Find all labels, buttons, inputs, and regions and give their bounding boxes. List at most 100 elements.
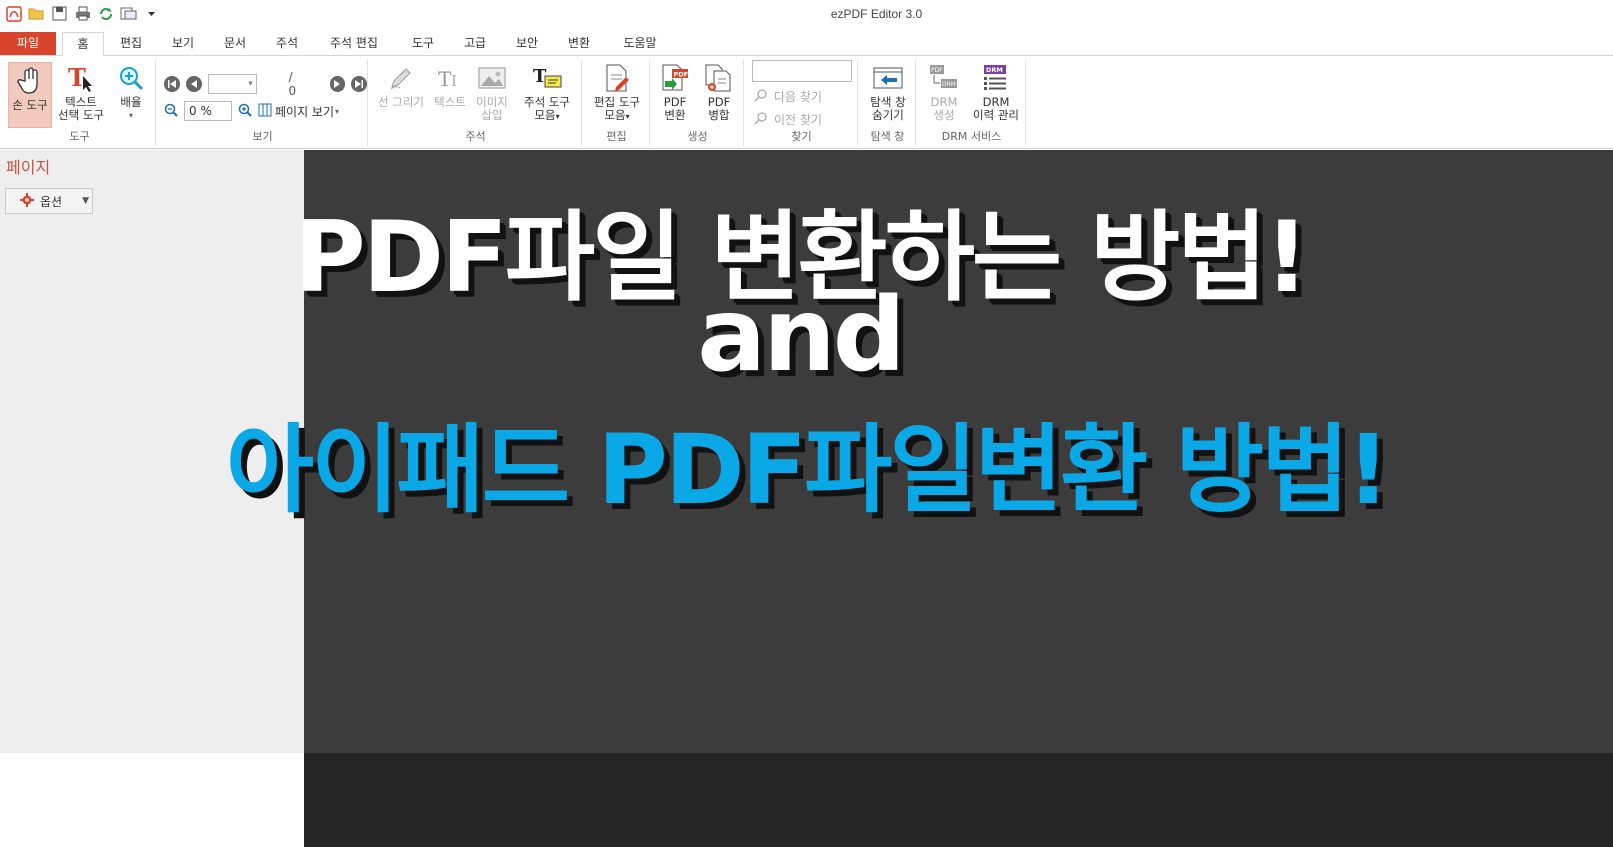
prev-page-icon[interactable] xyxy=(185,76,202,92)
title-bar: ezPDF Editor 3.0 xyxy=(0,0,1613,30)
group-edit: 편집 도구 모음▾ 편집 xyxy=(584,60,650,146)
tab-advanced[interactable]: 고급 xyxy=(454,32,496,56)
drm-history-label-2: 이력 관리 xyxy=(973,108,1019,122)
group-create: PDF PDF 변환 PDF 병합 생성 xyxy=(652,60,744,146)
svg-text:DRM: DRM xyxy=(986,66,1003,74)
text-select-button[interactable]: T 텍스트 선택 도구 xyxy=(54,62,108,122)
group-label-annotation: 주석 xyxy=(465,130,486,143)
last-page-icon[interactable] xyxy=(351,76,368,92)
first-page-icon[interactable] xyxy=(164,76,180,92)
group-view: ▾ / 0 0 % 페이지 보기 ▾ 보기 xyxy=(158,60,368,146)
text-annot-button[interactable]: TI 텍스트 xyxy=(430,62,470,109)
page-number-dropdown-icon: ▾ xyxy=(248,79,253,89)
options-button[interactable]: 옵션 ▼ xyxy=(5,188,93,214)
tab-home[interactable]: 홈 xyxy=(62,32,104,57)
group-label-tools: 도구 xyxy=(69,130,90,143)
tab-file[interactable]: 파일 xyxy=(0,32,56,55)
annot-tools-label-2: 모음▾ xyxy=(534,108,560,122)
tab-annotation-edit[interactable]: 주석 편집 xyxy=(320,32,388,56)
page-number-input[interactable]: ▾ xyxy=(207,74,257,94)
group-tools: 손 도구 T 텍스트 선택 도구 배율 ▾ 도구 xyxy=(4,60,156,146)
text-annot-icon: TI xyxy=(434,62,466,94)
drm-history-button[interactable]: DRM DRM 이력 관리 xyxy=(968,62,1024,122)
svg-text:PDF: PDF xyxy=(931,67,943,74)
zoom-button[interactable]: 배율 ▾ xyxy=(110,62,152,122)
page-view-button[interactable]: 페이지 보기 xyxy=(275,103,334,120)
page-nav-row: ▾ / 0 xyxy=(164,70,368,98)
group-label-edit: 편집 xyxy=(606,130,627,143)
hide-panel-icon xyxy=(872,62,904,94)
find-prev-button[interactable]: 이전 찾기 xyxy=(754,111,822,128)
pdf-convert-icon: PDF xyxy=(659,62,691,94)
tab-annotation[interactable]: 주석 xyxy=(266,32,308,56)
drm-create-button[interactable]: PDF DRM DRM 생성 xyxy=(920,62,968,122)
document-view-bottom xyxy=(304,753,1613,847)
page-view-dropdown-icon[interactable]: ▾ xyxy=(335,107,339,116)
ribbon-tabs: 파일 홈 편집 보기 문서 주석 주석 편집 도구 고급 보안 변환 도움말 xyxy=(0,30,1613,57)
drm-history-icon: DRM xyxy=(980,62,1012,94)
text-annot-label: 텍스트 xyxy=(434,95,466,109)
find-next-label: 다음 찾기 xyxy=(774,90,822,104)
next-page-icon[interactable] xyxy=(329,76,346,92)
edit-tools-label-2: 모음▾ xyxy=(604,108,630,122)
drm-create-label-2: 생성 xyxy=(933,108,955,122)
annot-tools-dropdown-icon: ▾ xyxy=(555,112,560,121)
insert-image-button[interactable]: 이미지 삽입 xyxy=(470,62,514,122)
svg-text:PDF: PDF xyxy=(674,71,689,79)
svg-text:I: I xyxy=(451,72,457,90)
options-dropdown-icon: ▼ xyxy=(82,196,90,206)
group-label-drm: DRM 서비스 xyxy=(941,130,1002,143)
page-total: / 0 xyxy=(288,70,297,98)
group-label-find: 찾기 xyxy=(791,130,812,143)
pdf-convert-button[interactable]: PDF PDF 변환 xyxy=(654,62,696,122)
tab-convert[interactable]: 변환 xyxy=(558,32,600,56)
edit-tools-dropdown-icon: ▾ xyxy=(625,112,630,121)
find-prev-label: 이전 찾기 xyxy=(774,113,822,127)
zoom-row: 0 % 페이지 보기 ▾ xyxy=(164,101,339,121)
hide-explorer-button[interactable]: 탐색 창 숨기기 xyxy=(862,62,914,122)
group-annotation: 선 그리기 TI 텍스트 이미지 삽입 T 주석 도구 모음▾ 주석 xyxy=(370,60,582,146)
tab-tools[interactable]: 도구 xyxy=(402,32,444,56)
pages-panel-title: 페이지 xyxy=(6,158,51,177)
tab-document[interactable]: 문서 xyxy=(214,32,256,56)
svg-text:DRM: DRM xyxy=(942,81,956,88)
draw-line-button[interactable]: 선 그리기 xyxy=(374,62,428,109)
tab-view[interactable]: 보기 xyxy=(162,32,204,56)
zoom-input[interactable]: 0 % xyxy=(184,101,232,121)
tab-edit[interactable]: 편집 xyxy=(110,32,152,56)
options-label: 옵션 xyxy=(40,194,63,209)
headline-line-3: 아이패드 PDF파일변환 방법! xyxy=(225,414,1390,526)
find-next-button[interactable]: 다음 찾기 xyxy=(754,88,822,105)
headline-line-2: and xyxy=(697,276,905,395)
tab-security[interactable]: 보안 xyxy=(506,32,548,56)
annot-tools-button[interactable]: T 주석 도구 모음▾ xyxy=(516,62,578,123)
pages-panel-footer xyxy=(0,753,304,847)
page-view-icon xyxy=(258,103,272,120)
edit-document-icon xyxy=(601,62,633,94)
edit-tools-button[interactable]: 편집 도구 모음▾ xyxy=(586,62,648,123)
ribbon: 손 도구 T 텍스트 선택 도구 배율 ▾ 도구 ▾ / 0 0 % 페이지 보… xyxy=(0,56,1613,149)
group-find: 다음 찾기 이전 찾기 찾기 xyxy=(746,60,858,146)
pdf-merge-label-2: 병합 xyxy=(708,108,730,122)
group-label-view: 보기 xyxy=(252,130,273,143)
zoom-in-icon xyxy=(115,62,147,94)
pdf-merge-button[interactable]: PDF 병합 xyxy=(698,62,740,122)
text-select-icon: T xyxy=(65,62,97,94)
gear-icon xyxy=(20,192,34,210)
window-title: ezPDF Editor 3.0 xyxy=(830,7,923,21)
find-input[interactable] xyxy=(752,60,852,82)
find-next-icon xyxy=(754,88,768,105)
group-explorer: 탐색 창 숨기기 탐색 창 xyxy=(860,60,916,146)
insert-image-label-2: 삽입 xyxy=(481,108,503,122)
hand-tool-button[interactable]: 손 도구 xyxy=(8,62,52,128)
hand-icon xyxy=(14,65,46,97)
draw-line-label: 선 그리기 xyxy=(378,95,424,109)
zoom-out-icon[interactable] xyxy=(164,103,178,120)
image-icon xyxy=(476,62,508,94)
pen-icon xyxy=(385,62,417,94)
zoom-in-small-icon[interactable] xyxy=(238,103,252,120)
tab-help[interactable]: 도움말 xyxy=(612,32,668,56)
pdf-merge-icon xyxy=(703,62,735,94)
zoom-label: 배율 xyxy=(120,95,142,109)
group-drm: PDF DRM DRM 생성 DRM DRM 이력 관리 DRM 서비스 xyxy=(918,60,1026,146)
